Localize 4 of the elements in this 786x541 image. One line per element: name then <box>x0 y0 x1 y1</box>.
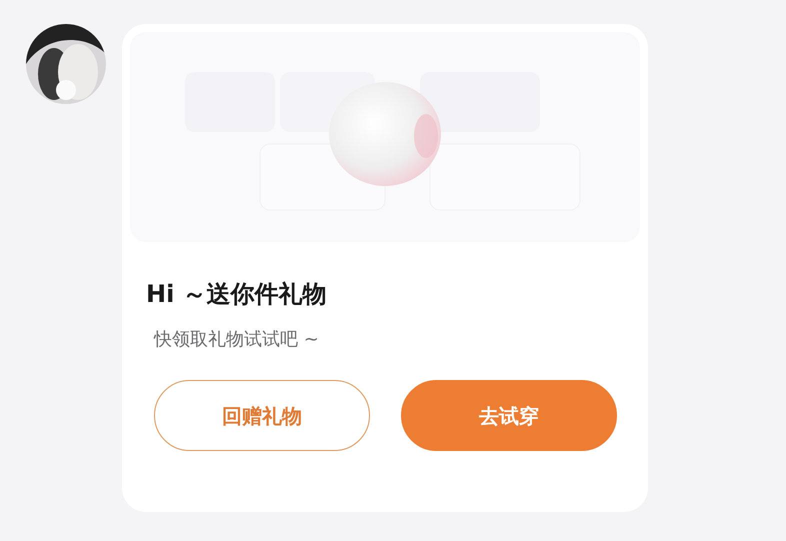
card-title: Hi ～送你件礼物 <box>146 279 328 310</box>
return-gift-button[interactable]: 回赠礼物 <box>154 380 370 451</box>
card-subtitle: 快领取礼物试试吧 ~ <box>154 328 320 352</box>
try-on-button[interactable]: 去试穿 <box>401 380 617 451</box>
